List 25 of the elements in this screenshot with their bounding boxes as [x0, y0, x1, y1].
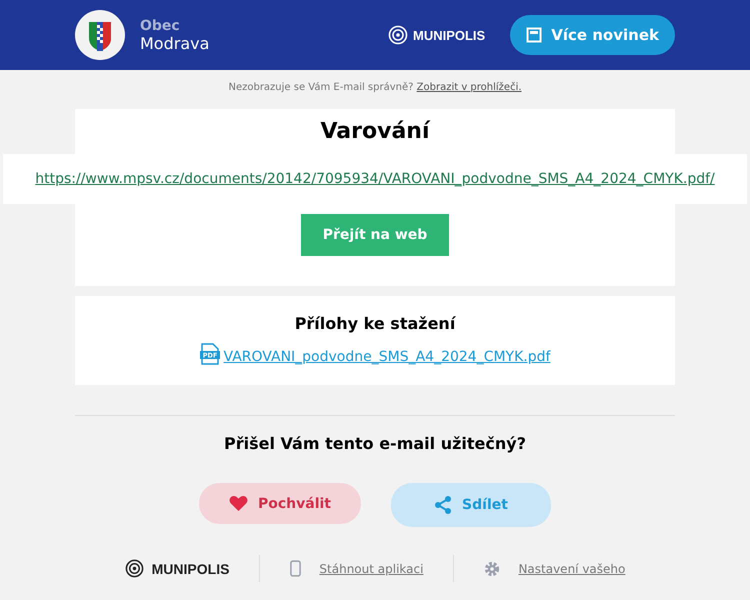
feedback-question: Přišel Vám tento e-mail užitečný?: [223, 434, 527, 453]
share-button[interactable]: Sdílet: [391, 483, 551, 527]
attachment-link[interactable]: VAROVANI_podvodne_SMS_A4_2024_CMYK.pdf: [224, 349, 550, 365]
share-icon: [434, 496, 452, 514]
brand-logo: MUNIPOLIS: [412, 28, 486, 42]
phone-icon: [290, 560, 302, 577]
broadcast-icon: [388, 25, 408, 45]
attachments-title: Přílohy ke stažení: [294, 314, 457, 333]
view-in-browser-link[interactable]: Zobrazit v prohlížeči.: [416, 82, 522, 93]
settings-icon: [484, 560, 500, 576]
coat-of-arms-icon: [75, 10, 125, 60]
heart-icon: [228, 495, 248, 512]
brand-logo: MUNIPOLIS: [152, 560, 230, 576]
broadcast-icon: [124, 559, 144, 578]
go-to-web-button[interactable]: Přejít na web: [300, 214, 450, 256]
org-name: Modrava: [140, 34, 210, 52]
article-title: Varování: [319, 118, 432, 144]
more-news-button[interactable]: Více novinek: [510, 15, 675, 55]
newspaper-icon: [526, 27, 542, 43]
like-button[interactable]: Pochválit: [199, 483, 361, 524]
notice-text: Nezobrazuje se Vám E-mail správně? Zobrazit v prohlížeči.: [227, 82, 523, 93]
footer-link[interactable]: Nastavení vašeho: [518, 562, 626, 576]
org-label: Obec: [140, 18, 181, 34]
footer-link[interactable]: Stáhnout aplikaci: [319, 562, 424, 576]
article-link[interactable]: https://www.mpsv.cz/documents/20142/7095934/VAROVANI_podvodne_SMS_A4_2024_CMYK.pdf/: [35, 171, 715, 187]
